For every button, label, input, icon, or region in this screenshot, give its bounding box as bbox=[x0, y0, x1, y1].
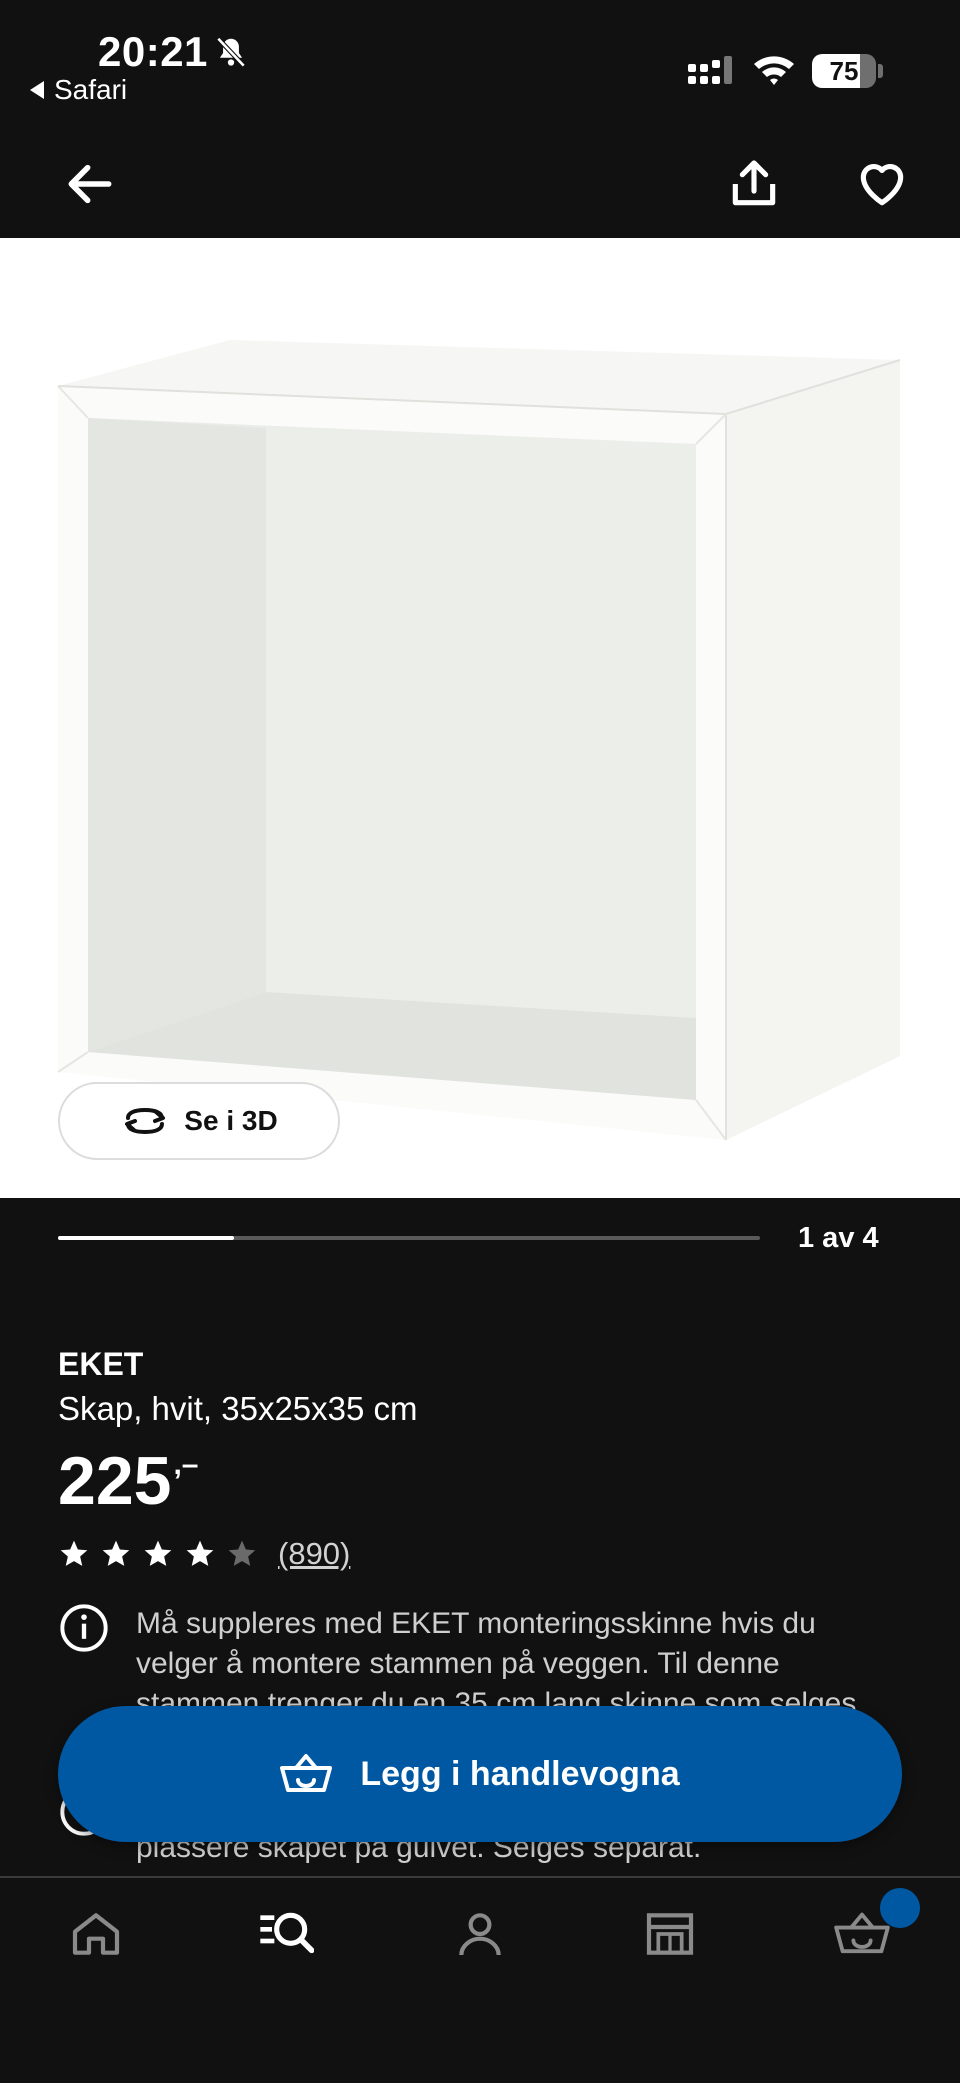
product-image[interactable] bbox=[0, 238, 960, 1198]
product-description: Skap, hvit, 35x25x35 cm bbox=[58, 1390, 418, 1427]
view-3d-label: Se i 3D bbox=[184, 1105, 278, 1136]
cellular-signal-icon bbox=[688, 56, 732, 84]
star-empty-icon bbox=[228, 1540, 256, 1566]
add-to-cart-button[interactable]: Legg i handlevogna bbox=[58, 1706, 902, 1842]
star-filled-icon bbox=[186, 1540, 214, 1566]
back-to-app[interactable]: Safari bbox=[30, 74, 127, 106]
cart-badge bbox=[880, 1888, 920, 1928]
star-filled-icon bbox=[102, 1540, 130, 1566]
product-price: 225 ,– bbox=[58, 1442, 199, 1520]
arrow-left-icon[interactable] bbox=[62, 156, 118, 212]
status-time: 20:21 bbox=[98, 28, 208, 75]
image-carousel-progress-fill bbox=[58, 1236, 234, 1240]
cabinet-illustration bbox=[57, 340, 901, 1141]
product-name: EKET bbox=[58, 1346, 144, 1382]
image-carousel-progress[interactable] bbox=[58, 1236, 760, 1240]
top-toolbar bbox=[0, 120, 960, 238]
review-count-link[interactable]: (890) bbox=[278, 1536, 350, 1572]
battery-cap bbox=[878, 64, 883, 78]
price-suffix: ,– bbox=[173, 1448, 199, 1481]
basket-icon bbox=[280, 1754, 333, 1792]
search-icon[interactable] bbox=[258, 1906, 314, 1962]
home-icon[interactable] bbox=[68, 1906, 124, 1962]
star-filled-icon bbox=[60, 1540, 88, 1566]
store-icon[interactable] bbox=[642, 1906, 698, 1962]
battery-indicator: 75 bbox=[812, 54, 876, 88]
share-icon[interactable] bbox=[726, 156, 782, 212]
battery-percent: 75 bbox=[829, 56, 859, 86]
back-triangle-icon bbox=[30, 81, 44, 99]
wifi-icon bbox=[754, 56, 794, 85]
add-to-cart-label: Legg i handlevogna bbox=[360, 1754, 680, 1793]
rating-stars[interactable] bbox=[58, 1538, 258, 1570]
image-position-label: 1 av 4 bbox=[798, 1222, 879, 1254]
star-filled-icon bbox=[144, 1540, 172, 1566]
info-icon bbox=[60, 1604, 108, 1652]
heart-icon[interactable] bbox=[852, 156, 912, 212]
bell-muted-icon bbox=[216, 37, 246, 68]
view-3d-button[interactable]: Se i 3D bbox=[58, 1082, 340, 1160]
back-app-label: Safari bbox=[54, 74, 128, 105]
price-value: 225 bbox=[58, 1443, 172, 1519]
rotate-3d-icon bbox=[125, 1107, 166, 1135]
profile-icon[interactable] bbox=[452, 1906, 508, 1962]
